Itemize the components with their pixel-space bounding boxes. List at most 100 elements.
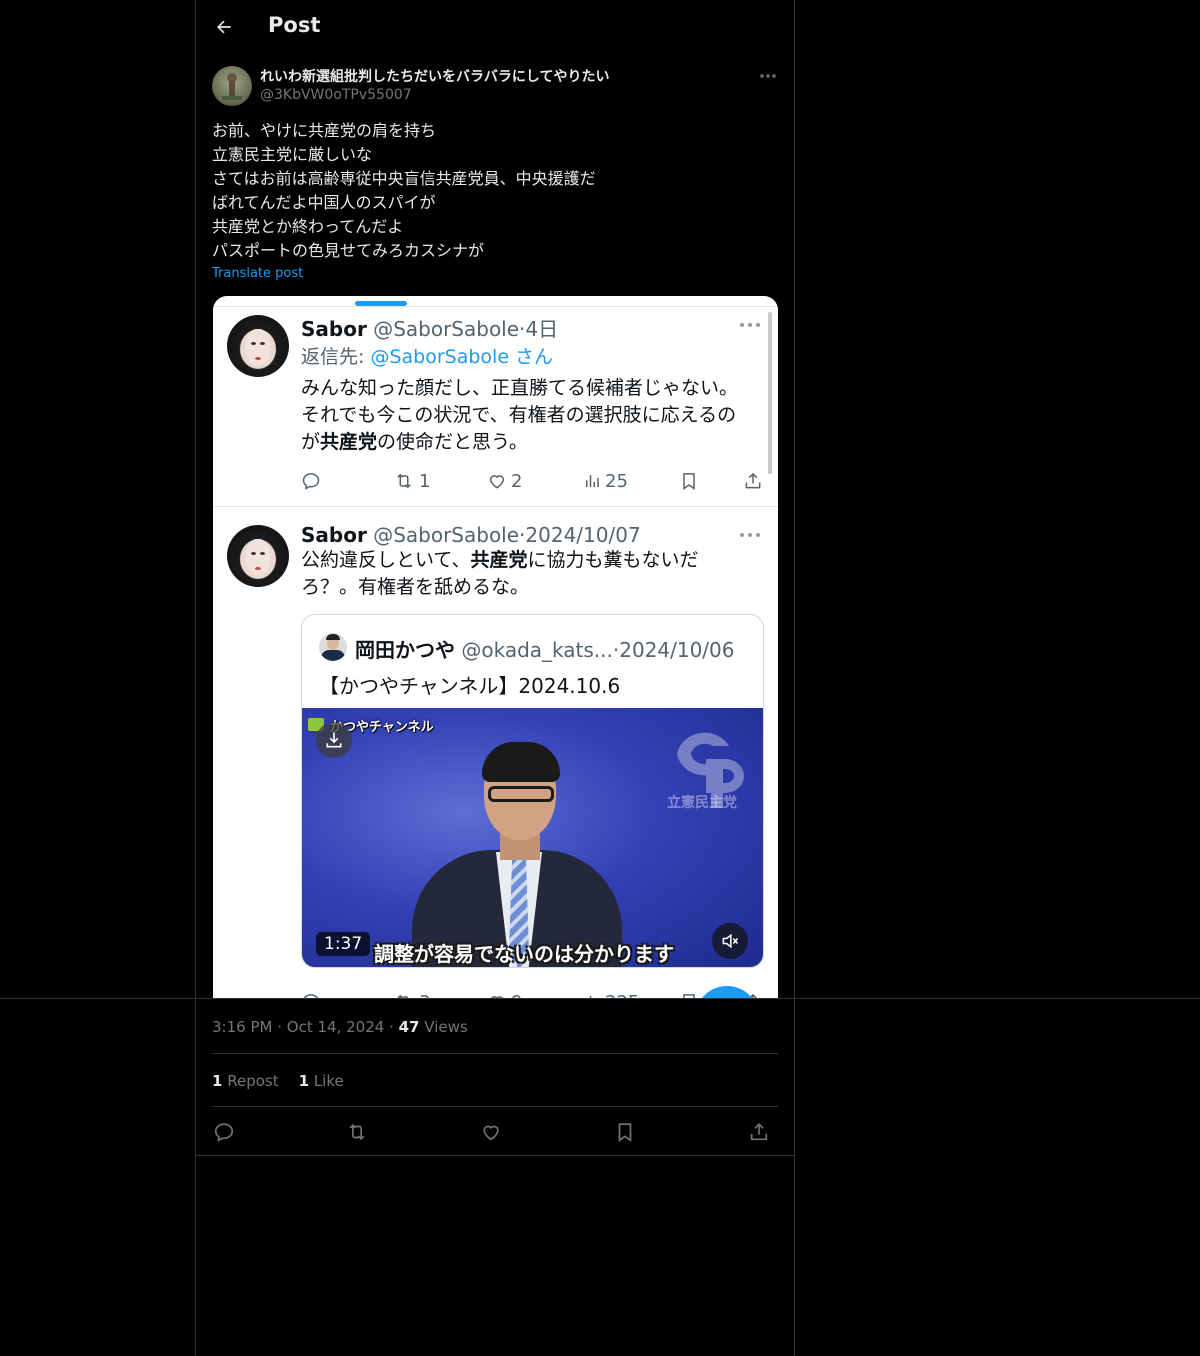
post-text: お前、やけに共産党の肩を持ち 立憲民主党に厳しいな さてはお前は高齢専従中央盲信… bbox=[212, 119, 772, 263]
reposts-count: 1 bbox=[212, 1072, 223, 1090]
primary-column: Post れいわ新選組批判したちだいをバラバラにしてやりたい @3KbVW0oT… bbox=[195, 0, 795, 1356]
share-icon bbox=[750, 1123, 768, 1141]
mute-button bbox=[712, 923, 748, 959]
text-segment: 公約違反しといて、 bbox=[301, 549, 471, 571]
tweet-author-name: Sabor bbox=[301, 317, 367, 341]
reposts-label: Repost bbox=[227, 1072, 279, 1090]
share-icon bbox=[745, 472, 761, 489]
tweet-body-line: ろ？。有権者を舐めるな。 bbox=[301, 576, 530, 598]
avatar bbox=[319, 633, 347, 661]
text-segment: の使命だと思う。 bbox=[377, 431, 528, 453]
reply-button[interactable] bbox=[212, 1120, 236, 1144]
more-icon bbox=[740, 323, 760, 327]
more-icon bbox=[740, 533, 760, 537]
quoted-handle: @okada_kats... bbox=[461, 638, 613, 662]
like-action: 2 bbox=[487, 468, 522, 494]
text-segment: が bbox=[301, 431, 321, 453]
views-label: Views bbox=[424, 1018, 468, 1036]
video-thumbnail: 立憲民主党 かつやチャンネル 1:37 調整が容易でないのは分かります bbox=[302, 708, 763, 967]
likes-stat[interactable]: 1 Like bbox=[299, 1072, 344, 1090]
reposts-stat[interactable]: 1 Repost bbox=[212, 1072, 279, 1090]
like-action: 9 bbox=[487, 989, 522, 998]
views-count: 47 bbox=[398, 1018, 420, 1036]
post-text-line: ばれてんだよ中国人のスパイが bbox=[212, 193, 436, 212]
avatar bbox=[227, 315, 289, 377]
speaker-figure bbox=[412, 738, 622, 967]
divider bbox=[212, 1106, 778, 1107]
bookmark-icon bbox=[618, 1123, 632, 1142]
post-time[interactable]: 3:16 PM bbox=[212, 1018, 272, 1036]
share-button[interactable] bbox=[747, 1120, 771, 1144]
post-text-line: パスポートの色見せてみろカスシナが bbox=[212, 241, 485, 260]
retweet-action: 1 bbox=[393, 468, 430, 494]
tweet-author-name: Sabor bbox=[301, 523, 367, 547]
author-display-name[interactable]: れいわ新選組批判したちだいをバラバラにしてやりたい bbox=[260, 66, 609, 86]
more-icon bbox=[760, 74, 776, 78]
repost-icon bbox=[349, 1123, 365, 1141]
repost-button[interactable] bbox=[345, 1120, 369, 1144]
like-count: 2 bbox=[511, 470, 523, 492]
arrow-left-icon bbox=[217, 20, 231, 34]
retweet-icon bbox=[397, 473, 411, 489]
screenshot-tweet: Sabor @SaborSabole·2024/10/07 公約違反しといて、共… bbox=[213, 507, 778, 998]
reply-action bbox=[301, 468, 321, 494]
reply-prefix: 返信先: bbox=[301, 346, 365, 368]
retweet-action: 3 bbox=[393, 989, 430, 998]
reply-action bbox=[301, 989, 321, 998]
avatar[interactable] bbox=[212, 66, 252, 106]
attached-screenshot-image[interactable]: Sabor @SaborSabole·4日 返信先: @SaborSabole … bbox=[213, 296, 778, 998]
bookmark-action bbox=[679, 989, 699, 998]
post-text-line: お前、やけに共産党の肩を持ち bbox=[212, 121, 437, 140]
like-button[interactable] bbox=[479, 1120, 503, 1144]
bookmark-button[interactable] bbox=[613, 1120, 637, 1144]
author-handle[interactable]: @3KbVW0oTPv55007 bbox=[260, 87, 412, 103]
reply-icon bbox=[214, 1123, 234, 1142]
download-button bbox=[316, 722, 352, 758]
engagement-stats: 1 Repost 1 Like bbox=[212, 1072, 344, 1090]
views-action: 25 bbox=[583, 468, 628, 494]
bookmark-icon bbox=[683, 473, 695, 490]
post-author: れいわ新選組批判したちだいをバラバラにしてやりたい @3KbVW0oTPv550… bbox=[212, 64, 782, 108]
tweet-actions: 1 2 25 bbox=[301, 468, 763, 494]
share-action bbox=[743, 468, 763, 494]
translate-post-link[interactable]: Translate post bbox=[212, 266, 303, 281]
party-logo-text: 立憲民主党 bbox=[667, 795, 737, 811]
likes-label: Like bbox=[313, 1072, 344, 1090]
post-action-bar bbox=[212, 1118, 778, 1146]
tweet-body-line: それでも今この状況で、有権者の選択肢に応えるの bbox=[301, 404, 737, 426]
divider bbox=[196, 1155, 794, 1156]
post-text-line: 立憲民主党に厳しいな bbox=[212, 145, 373, 164]
screenshot-tweet: Sabor @SaborSabole·4日 返信先: @SaborSabole … bbox=[213, 296, 778, 506]
heart-icon bbox=[483, 1125, 499, 1141]
quoted-tweet-text: 【かつやチャンネル】2024.10.6 bbox=[319, 674, 621, 698]
views-action: 225 bbox=[583, 989, 639, 998]
more-options-button[interactable] bbox=[754, 64, 782, 88]
avatar bbox=[227, 525, 289, 587]
post-text-line: さてはお前は高齢専従中央盲信共産党員、中央援護だ bbox=[212, 169, 596, 188]
post-timestamp-views: 3:16 PM · Oct 14, 2024 · 47 Views bbox=[212, 1018, 468, 1036]
heart-icon bbox=[489, 475, 505, 489]
quoted-tweet-header: 岡田かつや @okada_kats...·2024/10/06 bbox=[355, 634, 735, 663]
text-segment-bold: 共産党 bbox=[470, 549, 528, 571]
divider bbox=[0, 998, 1200, 999]
post-text-line: 共産党とか終わってんだよ bbox=[212, 217, 404, 236]
post-date[interactable]: Oct 14, 2024 bbox=[287, 1018, 385, 1036]
separator-dot: · bbox=[389, 1018, 399, 1036]
tweet-body: 公約違反しといて、共産党に協力も糞もないだ ろ？。有権者を舐めるな。 bbox=[301, 547, 699, 601]
text-segment-bold: 共産党 bbox=[320, 431, 378, 453]
tweet-actions: 3 9 225 bbox=[301, 989, 763, 998]
tweet-body-line: みんな知った顔だし、正直勝てる候補者じゃない。 bbox=[301, 377, 739, 399]
tweet-body: みんな知った顔だし、正直勝てる候補者じゃない。 それでも今この状況で、有権者の選… bbox=[301, 375, 738, 456]
video-duration: 1:37 bbox=[316, 932, 371, 956]
tweet-header: Sabor @SaborSabole·4日 bbox=[301, 313, 558, 342]
page-title: Post bbox=[268, 13, 321, 37]
tweet-body-line: 公約違反しといて、共産党に協力も糞もないだ bbox=[301, 547, 699, 574]
tweet-date: 2024/10/07 bbox=[525, 523, 641, 547]
tweet-handle: @SaborSabole bbox=[373, 523, 520, 547]
back-button[interactable] bbox=[210, 13, 238, 41]
quoted-date: 2024/10/06 bbox=[619, 638, 735, 662]
quoted-author-name: 岡田かつや bbox=[355, 638, 455, 662]
divider bbox=[212, 1053, 778, 1054]
reply-icon bbox=[302, 473, 320, 490]
tweet-body-line: が共産党の使命だと思う。 bbox=[301, 429, 738, 456]
